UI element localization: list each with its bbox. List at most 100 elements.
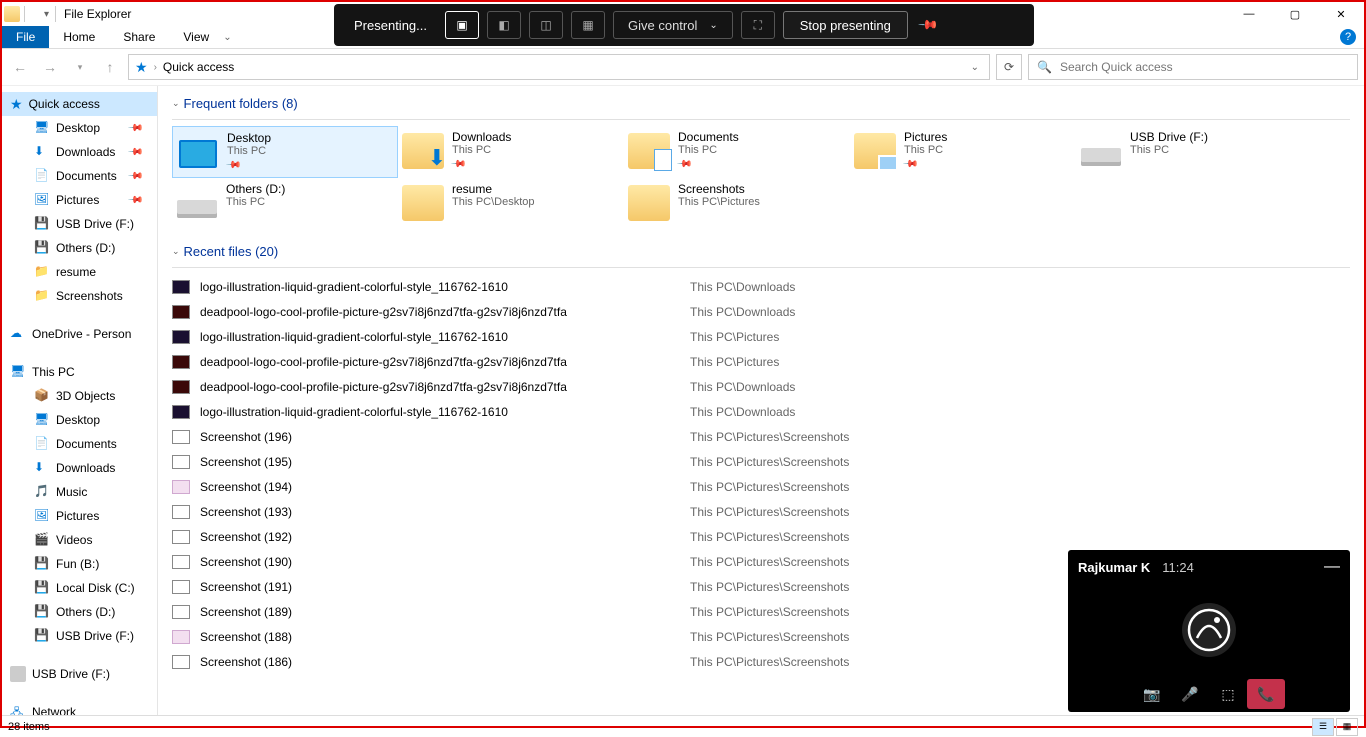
- sidebar-item-fun-b-[interactable]: 💾Fun (B:): [2, 552, 157, 576]
- sidebar-item-pictures[interactable]: 🖼Pictures📌: [2, 188, 157, 212]
- maximize-button[interactable]: ▢: [1272, 2, 1318, 26]
- sidebar-item-others-d-[interactable]: 💾Others (D:): [2, 236, 157, 260]
- help-icon[interactable]: ?: [1340, 29, 1356, 45]
- sidebar-item-3d-objects[interactable]: 📦3D Objects: [2, 384, 157, 408]
- tab-share[interactable]: Share: [109, 26, 169, 48]
- file-row[interactable]: Screenshot (193) This PC\Pictures\Screen…: [172, 499, 1350, 524]
- pin-icon[interactable]: 📌: [917, 14, 940, 37]
- close-button[interactable]: ✕: [1318, 2, 1364, 26]
- search-input[interactable]: 🔍 Search Quick access: [1028, 54, 1358, 80]
- folder-tile-screenshots[interactable]: Screenshots This PC\Pictures: [624, 178, 850, 230]
- breadcrumb[interactable]: Quick access: [163, 60, 234, 74]
- sidebar-item-usb-drive-f-[interactable]: 💾USB Drive (F:): [2, 212, 157, 236]
- sidebar-item-videos[interactable]: 🎬Videos: [2, 528, 157, 552]
- search-icon: 🔍: [1037, 60, 1052, 74]
- mic-button[interactable]: 🎤: [1171, 679, 1209, 709]
- sidebar-item-desktop[interactable]: 🖥Desktop: [2, 408, 157, 432]
- minimize-call-button[interactable]: —: [1324, 558, 1340, 576]
- sidebar-item-label: Desktop: [56, 121, 100, 135]
- camera-button[interactable]: 📷: [1133, 679, 1171, 709]
- ribbon-expand-icon[interactable]: ⌄: [223, 32, 231, 43]
- share-button[interactable]: ⬚: [1209, 679, 1247, 709]
- layout-content-only-button[interactable]: ▣: [445, 11, 479, 39]
- folder-tile-usb-drive-f-[interactable]: USB Drive (F:) This PC: [1076, 126, 1302, 178]
- details-view-button[interactable]: ☰: [1312, 718, 1334, 736]
- file-row[interactable]: deadpool-logo-cool-profile-picture-g2sv7…: [172, 374, 1350, 399]
- section-frequent-folders[interactable]: ⌄ Frequent folders (8): [158, 92, 1364, 117]
- sidebar-item-label: USB Drive (F:): [56, 629, 134, 643]
- sidebar[interactable]: ★ Quick access 🖥Desktop📌⬇Downloads📌📄Docu…: [2, 86, 158, 715]
- folder-icon: [854, 130, 896, 172]
- file-row[interactable]: Screenshot (196) This PC\Pictures\Screen…: [172, 424, 1350, 449]
- sidebar-item-music[interactable]: 🎵Music: [2, 480, 157, 504]
- annotate-button[interactable]: ⛶: [741, 11, 775, 39]
- qat-icon[interactable]: [24, 6, 40, 22]
- file-row[interactable]: deadpool-logo-cool-profile-picture-g2sv7…: [172, 299, 1350, 324]
- give-control-button[interactable]: Give control ⌄: [613, 11, 733, 39]
- pin-icon: 📌: [126, 168, 143, 185]
- folder-name: Others (D:): [226, 182, 285, 196]
- file-location: This PC\Pictures: [690, 355, 779, 369]
- folder-tile-downloads[interactable]: ⬇ Downloads This PC 📌: [398, 126, 624, 178]
- folder-tile-pictures[interactable]: Pictures This PC 📌: [850, 126, 1076, 178]
- section-recent-files[interactable]: ⌄ Recent files (20): [158, 240, 1364, 265]
- file-name: Screenshot (189): [200, 605, 680, 619]
- sidebar-network[interactable]: 🖧 Network: [2, 700, 157, 715]
- sidebar-item-resume[interactable]: 📁resume: [2, 260, 157, 284]
- layout-side-by-side-button[interactable]: ◫: [529, 11, 563, 39]
- address-bar[interactable]: ★ › Quick access ⌄: [128, 54, 990, 80]
- pin-icon: 📌: [126, 120, 143, 137]
- layout-standout-button[interactable]: ◧: [487, 11, 521, 39]
- sidebar-item-documents[interactable]: 📄Documents: [2, 432, 157, 456]
- caller-name: Rajkumar K: [1078, 560, 1150, 575]
- forward-button[interactable]: →: [38, 55, 62, 79]
- pin-icon: 📌: [450, 156, 467, 173]
- folder-tile-others-d-[interactable]: Others (D:) This PC: [172, 178, 398, 230]
- icons-view-button[interactable]: ▦: [1336, 718, 1358, 736]
- folder-icon: 💾: [34, 628, 50, 644]
- back-button[interactable]: ←: [8, 55, 32, 79]
- tab-home[interactable]: Home: [49, 26, 109, 48]
- sidebar-item-documents[interactable]: 📄Documents📌: [2, 164, 157, 188]
- avatar-icon: [1187, 608, 1231, 652]
- folder-tile-resume[interactable]: resume This PC\Desktop: [398, 178, 624, 230]
- folder-tile-documents[interactable]: Documents This PC 📌: [624, 126, 850, 178]
- sidebar-item-desktop[interactable]: 🖥Desktop📌: [2, 116, 157, 140]
- file-row[interactable]: deadpool-logo-cool-profile-picture-g2sv7…: [172, 349, 1350, 374]
- sidebar-quick-access[interactable]: ★ Quick access: [2, 92, 157, 116]
- stop-presenting-button[interactable]: Stop presenting: [783, 11, 908, 39]
- sidebar-usb-drive[interactable]: USB Drive (F:): [2, 662, 157, 686]
- file-thumbnail: [172, 655, 190, 669]
- file-row[interactable]: logo-illustration-liquid-gradient-colorf…: [172, 324, 1350, 349]
- pin-icon: 📌: [676, 156, 693, 173]
- refresh-button[interactable]: ⟳: [996, 54, 1022, 80]
- hangup-button[interactable]: 📞: [1247, 679, 1285, 709]
- file-row[interactable]: logo-illustration-liquid-gradient-colorf…: [172, 274, 1350, 299]
- recent-dropdown-icon[interactable]: ▾: [68, 55, 92, 79]
- file-location: This PC\Downloads: [690, 305, 795, 319]
- teams-call-panel[interactable]: Rajkumar K 11:24 — 📷 🎤 ⬚ 📞: [1068, 550, 1350, 712]
- qat-dropdown-icon[interactable]: ▾: [44, 9, 49, 20]
- file-row[interactable]: logo-illustration-liquid-gradient-colorf…: [172, 399, 1350, 424]
- sidebar-this-pc[interactable]: 🖥 This PC: [2, 360, 157, 384]
- folder-icon: 📄: [34, 168, 50, 184]
- sidebar-item-screenshots[interactable]: 📁Screenshots: [2, 284, 157, 308]
- sidebar-item-downloads[interactable]: ⬇Downloads📌: [2, 140, 157, 164]
- tab-view[interactable]: View: [169, 26, 223, 48]
- folder-tile-desktop[interactable]: Desktop This PC 📌: [172, 126, 398, 178]
- sidebar-item-usb-drive-f-[interactable]: 💾 USB Drive (F:): [2, 624, 157, 648]
- sidebar-onedrive[interactable]: ☁ OneDrive - Person: [2, 322, 157, 346]
- divider: [55, 6, 56, 22]
- sidebar-item-local-disk-c-[interactable]: 💾Local Disk (C:): [2, 576, 157, 600]
- file-row[interactable]: Screenshot (192) This PC\Pictures\Screen…: [172, 524, 1350, 549]
- sidebar-item-pictures[interactable]: 🖼Pictures: [2, 504, 157, 528]
- layout-reporter-button[interactable]: ▦: [571, 11, 605, 39]
- file-row[interactable]: Screenshot (194) This PC\Pictures\Screen…: [172, 474, 1350, 499]
- up-button[interactable]: ↑: [98, 55, 122, 79]
- tab-file[interactable]: File: [2, 26, 49, 48]
- sidebar-item-downloads[interactable]: ⬇Downloads: [2, 456, 157, 480]
- file-row[interactable]: Screenshot (195) This PC\Pictures\Screen…: [172, 449, 1350, 474]
- sidebar-item-others-d-[interactable]: 💾Others (D:): [2, 600, 157, 624]
- minimize-button[interactable]: —: [1226, 2, 1272, 26]
- address-dropdown-icon[interactable]: ⌄: [967, 62, 983, 73]
